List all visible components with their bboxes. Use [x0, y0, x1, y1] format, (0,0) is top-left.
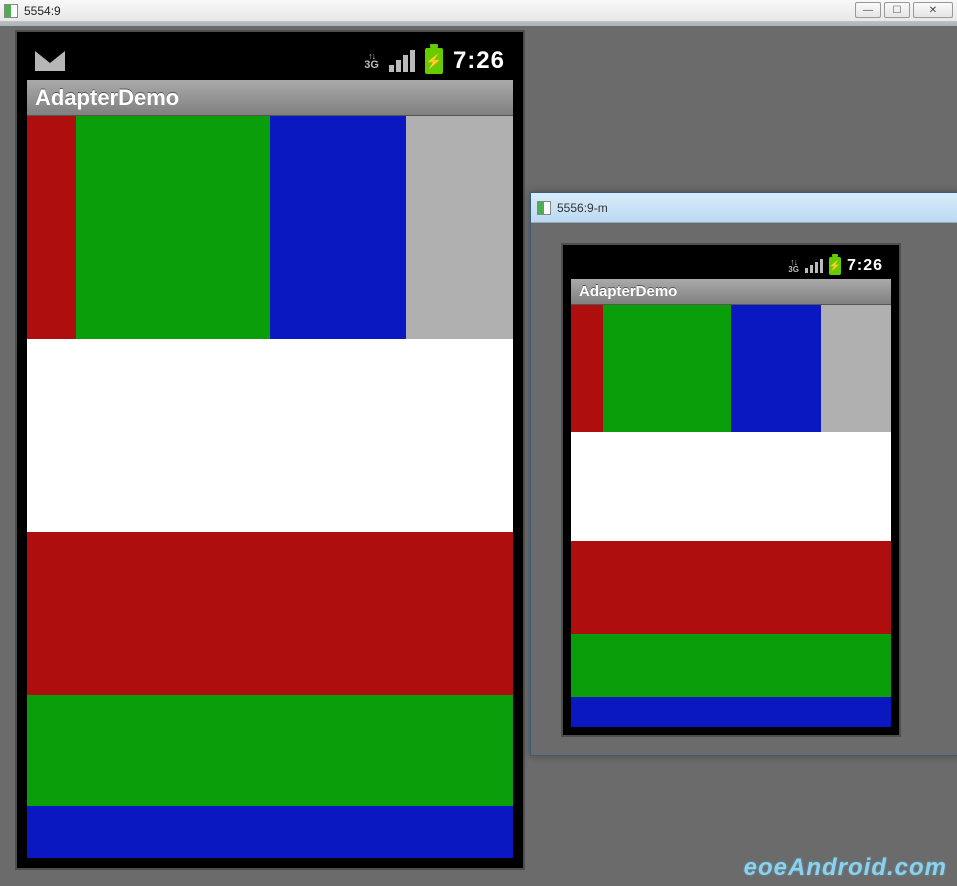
layout-row-white	[27, 339, 513, 532]
layout-row-blue	[27, 806, 513, 858]
window-controls: — ☐ ✕	[855, 2, 953, 18]
block-red	[571, 305, 603, 432]
layout-row-1	[27, 116, 513, 339]
layout-row-green	[27, 695, 513, 806]
block-gray	[406, 116, 513, 339]
layout-row-white	[571, 432, 891, 542]
clock: 7:26	[847, 257, 883, 275]
android-statusbar[interactable]: ↑↓ 3G ⚡ 7:26	[27, 42, 513, 80]
clock: 7:26	[453, 47, 505, 75]
device-frame: ↑↓ 3G ⚡ 7:26 AdapterDemo	[15, 30, 525, 870]
battery-icon: ⚡	[425, 48, 443, 74]
app-title: AdapterDemo	[27, 80, 513, 116]
mail-icon	[35, 51, 65, 71]
device-screen[interactable]: ↑↓ 3G ⚡ 7:26 AdapterDemo	[27, 42, 513, 858]
second-emulator-window[interactable]: 5556:9-m ↑↓ 3G ⚡ 7:26	[530, 192, 957, 756]
android-statusbar[interactable]: ↑↓ 3G ⚡ 7:26	[571, 253, 891, 279]
app-icon	[537, 201, 551, 215]
second-window-body: ↑↓ 3G ⚡ 7:26 AdapterDemo	[531, 223, 957, 755]
close-button[interactable]: ✕	[913, 2, 953, 18]
network-icon: ↑↓ 3G	[788, 259, 799, 273]
app-content[interactable]	[27, 116, 513, 858]
layout-row-red	[571, 541, 891, 634]
battery-icon: ⚡	[829, 257, 841, 275]
layout-row-red	[27, 532, 513, 695]
minimize-button[interactable]: —	[855, 2, 881, 18]
app-icon	[4, 4, 18, 18]
layout-row-1	[571, 305, 891, 432]
layout-row-blue	[571, 697, 891, 727]
main-window-title: 5554:9	[24, 4, 61, 18]
maximize-button[interactable]: ☐	[884, 2, 910, 18]
block-red	[27, 116, 76, 339]
block-blue	[270, 116, 406, 339]
block-gray	[821, 305, 891, 432]
block-green	[603, 305, 731, 432]
signal-icon	[389, 50, 415, 72]
second-window-title: 5556:9-m	[557, 201, 608, 215]
background-tabs	[0, 22, 957, 26]
second-window-titlebar[interactable]: 5556:9-m	[531, 193, 957, 223]
device-screen-small[interactable]: ↑↓ 3G ⚡ 7:26 AdapterDemo	[571, 253, 891, 727]
block-green	[76, 116, 270, 339]
main-emulator-window: 5554:9 — ☐ ✕ ↑↓ 3G ⚡	[0, 0, 957, 886]
signal-icon	[805, 259, 823, 273]
network-icon: ↑↓ 3G	[364, 52, 379, 70]
app-title: AdapterDemo	[571, 279, 891, 305]
watermark: eoeAndroid.com	[744, 854, 947, 882]
emulator-5554: ↑↓ 3G ⚡ 7:26 AdapterDemo	[15, 30, 525, 870]
layout-row-green	[571, 634, 891, 697]
app-content[interactable]	[571, 305, 891, 727]
main-window-titlebar[interactable]: 5554:9 — ☐ ✕	[0, 0, 957, 22]
block-blue	[731, 305, 821, 432]
device-frame-small: ↑↓ 3G ⚡ 7:26 AdapterDemo	[561, 243, 901, 737]
